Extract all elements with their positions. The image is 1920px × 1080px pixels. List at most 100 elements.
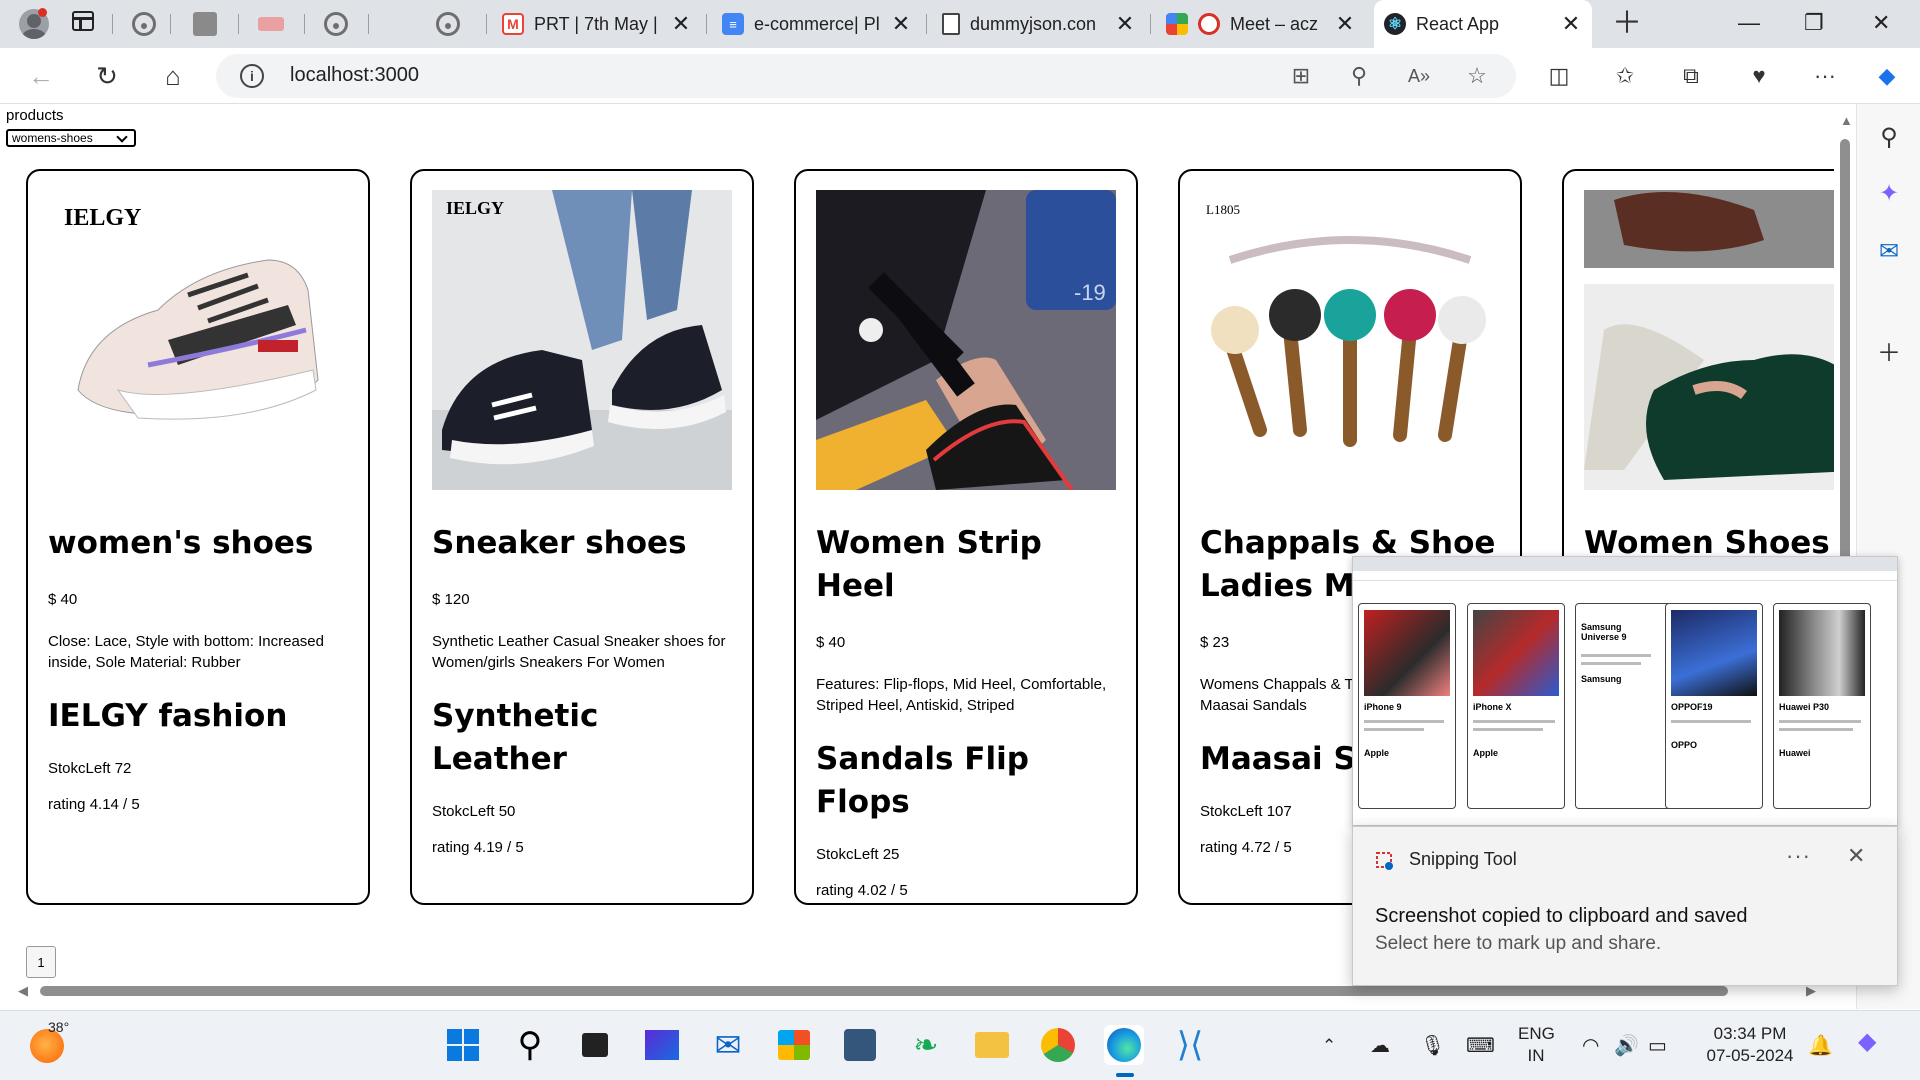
- tab-dummyjson[interactable]: dummyjson.con ✕: [932, 4, 1146, 44]
- office-icon[interactable]: ✦: [1875, 180, 1903, 208]
- clock[interactable]: 03:34 PM 07-05-2024: [1700, 1023, 1800, 1067]
- svg-text:IELGY: IELGY: [446, 198, 504, 218]
- mysql-workbench-icon[interactable]: [840, 1025, 880, 1065]
- notification-app-name: Snipping Tool: [1409, 849, 1517, 869]
- powerautomate-icon[interactable]: [642, 1025, 682, 1065]
- new-tab-button[interactable]: ＋: [1612, 9, 1642, 39]
- wifi-icon[interactable]: ◠: [1582, 1035, 1599, 1057]
- tab-github-3[interactable]: [426, 6, 470, 42]
- tab-title: e-commerce| Pl: [754, 13, 880, 34]
- clock-date: 07-05-2024: [1706, 1046, 1794, 1065]
- notification-title: Screenshot copied to clipboard and saved: [1375, 905, 1748, 927]
- more-options-icon[interactable]: ···: [1786, 843, 1811, 869]
- url-text[interactable]: localhost:3000: [290, 64, 419, 87]
- notification-bell-icon[interactable]: 🔔: [1808, 1035, 1833, 1057]
- collections-icon[interactable]: ⧉: [1676, 62, 1706, 92]
- browser-essentials-icon[interactable]: ♥: [1744, 62, 1774, 92]
- copilot-icon[interactable]: ◆: [1872, 62, 1902, 92]
- active-app-indicator: [1116, 1073, 1134, 1077]
- scroll-left-icon[interactable]: ◀: [18, 983, 28, 999]
- back-button[interactable]: ←: [26, 62, 56, 92]
- store-icon[interactable]: [774, 1025, 814, 1065]
- product-stock: StokcLeft 50: [432, 803, 516, 820]
- search-icon[interactable]: ⚲: [510, 1025, 550, 1065]
- preview-title: OPPOF19: [1671, 702, 1713, 712]
- file-explorer-icon[interactable]: [972, 1025, 1012, 1065]
- recording-icon: [1198, 13, 1220, 35]
- close-icon[interactable]: ✕: [1334, 11, 1356, 37]
- battery-icon[interactable]: ▭: [1648, 1035, 1667, 1057]
- category-select[interactable]: womens-shoes: [6, 129, 136, 147]
- tab-docs[interactable]: ≡ e-commerce| Pl ✕: [712, 4, 922, 44]
- search-icon[interactable]: ⚲: [1875, 124, 1903, 152]
- chrome-icon[interactable]: [1038, 1025, 1078, 1065]
- snipping-tool-notification[interactable]: Snipping Tool ··· ✕ Screenshot copied to…: [1352, 826, 1898, 986]
- tab-github-1[interactable]: [122, 6, 166, 42]
- preview-card: Huawei P30 Huawei: [1773, 603, 1871, 809]
- scroll-up-icon[interactable]: ▲: [1840, 113, 1853, 128]
- microphone-icon[interactable]: 🎙: [1420, 1035, 1445, 1057]
- start-button[interactable]: [443, 1025, 483, 1065]
- language-indicator[interactable]: ENG IN: [1518, 1023, 1555, 1067]
- tab-pinned-image[interactable]: [180, 6, 230, 42]
- volume-icon[interactable]: 🔊: [1614, 1035, 1639, 1057]
- close-icon[interactable]: ✕: [1114, 11, 1136, 37]
- site-info-icon[interactable]: i: [240, 64, 264, 88]
- preview-card: iPhone 9 Apple: [1358, 603, 1456, 809]
- mail-icon[interactable]: ✉: [708, 1025, 748, 1065]
- product-rating: rating 4.14 / 5: [48, 796, 140, 813]
- home-button[interactable]: ⌂: [158, 62, 188, 92]
- workspaces-icon: [72, 11, 94, 31]
- show-hidden-icons[interactable]: ⌃: [1322, 1035, 1336, 1057]
- tab-github-2[interactable]: [312, 6, 360, 42]
- favorite-star-icon[interactable]: ☆: [1464, 64, 1490, 90]
- add-sidebar-app-icon[interactable]: ＋: [1875, 340, 1903, 368]
- outlook-icon[interactable]: ✉: [1875, 238, 1903, 266]
- preview-line: [1581, 654, 1651, 657]
- edge-icon[interactable]: [1104, 1025, 1144, 1065]
- close-icon[interactable]: ✕: [1560, 11, 1582, 37]
- app-available-icon[interactable]: ⊞: [1288, 64, 1314, 90]
- vertical-scroll-thumb[interactable]: [1840, 139, 1850, 609]
- tab-meet[interactable]: Meet – acz ✕: [1156, 4, 1366, 44]
- tab-react-app[interactable]: ⚛ React App ✕: [1374, 0, 1592, 48]
- window-close-button[interactable]: ✕: [1872, 10, 1890, 36]
- tab-separator: [926, 14, 927, 34]
- sneaker-image: IELGY: [64, 205, 319, 420]
- workspaces-button[interactable]: [72, 11, 96, 35]
- preview-line: [1364, 728, 1424, 731]
- preview-card: Samsung Universe 9 Samsung: [1575, 603, 1673, 809]
- task-view-icon[interactable]: [575, 1025, 615, 1065]
- preview-tabbar: [1353, 557, 1897, 571]
- tab-pinned-site[interactable]: [246, 6, 296, 42]
- horizontal-scroll-thumb[interactable]: [40, 986, 1728, 996]
- minimize-button[interactable]: —: [1738, 10, 1760, 36]
- address-bar[interactable]: i localhost:3000 ⊞ ⚲ A» ☆: [216, 54, 1516, 98]
- github-icon: [132, 12, 156, 36]
- close-icon[interactable]: ✕: [670, 11, 692, 37]
- preview-card: iPhone X Apple: [1467, 603, 1565, 809]
- restore-button[interactable]: ❐: [1804, 10, 1824, 36]
- page-icon: [942, 13, 960, 35]
- read-aloud-icon[interactable]: A»: [1406, 64, 1432, 90]
- product-rating: rating 4.02 / 5: [816, 882, 908, 899]
- favorites-icon[interactable]: ✩: [1610, 62, 1640, 92]
- profile-button[interactable]: [14, 5, 54, 43]
- close-icon[interactable]: ✕: [890, 11, 912, 37]
- page-button[interactable]: 1: [26, 946, 56, 978]
- keyboard-icon[interactable]: ⌨: [1466, 1035, 1495, 1057]
- copilot-icon[interactable]: ◆: [1858, 1030, 1876, 1054]
- close-icon[interactable]: ✕: [1847, 843, 1865, 869]
- refresh-button[interactable]: ↻: [92, 62, 122, 92]
- mongodb-icon[interactable]: ❧: [906, 1025, 946, 1065]
- screenshot-preview[interactable]: iPhone 9 Apple iPhone X Apple Samsung Un…: [1352, 556, 1898, 826]
- zoom-icon[interactable]: ⚲: [1346, 64, 1372, 90]
- settings-more-icon[interactable]: ···: [1810, 62, 1840, 92]
- preview-line: [1473, 728, 1543, 731]
- split-screen-icon[interactable]: ◫: [1544, 62, 1574, 92]
- vscode-icon[interactable]: ⟩⟨: [1170, 1025, 1210, 1065]
- onedrive-icon[interactable]: ☁: [1370, 1035, 1390, 1057]
- product-brand: Sandals Flip Flops: [816, 741, 1029, 820]
- product-brand: IELGY fashion: [48, 698, 288, 734]
- tab-gmail[interactable]: M PRT | 7th May | ✕: [492, 4, 702, 44]
